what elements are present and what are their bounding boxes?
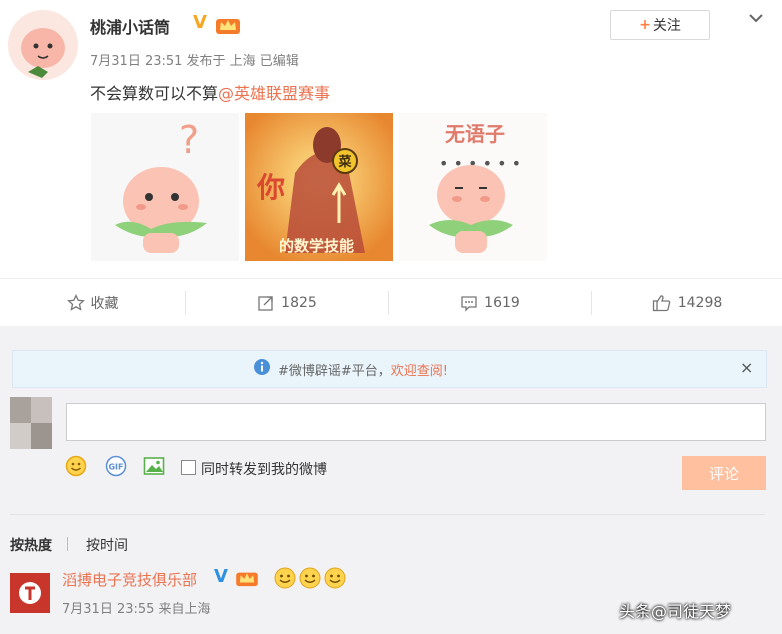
like-count: 14298 [677,295,723,311]
post-image-2[interactable]: 菜 你 的数学技能 [245,113,393,261]
image-caption-3: 无语子 [445,122,505,146]
section-divider [10,514,765,515]
mention-link[interactable]: @英雄联盟赛事 [218,84,330,103]
thumbs-up-icon [652,295,670,312]
comment-count: 1619 [484,295,520,311]
svg-text:?: ? [179,118,199,162]
post-meta: 7月31日 23:51 发布于 上海 已编辑 [90,54,299,69]
comment-icon [461,296,477,312]
post-text: 不会算数可以不算@英雄联盟赛事 [90,80,330,104]
svg-text:GIF: GIF [108,463,123,472]
repost-button[interactable]: 1825 [186,279,388,327]
notice-prefix: #微博辟谣#平台， [278,364,391,379]
comment-input[interactable] [66,403,766,441]
info-icon [254,359,270,375]
post-image-1[interactable]: ? [91,113,239,261]
member-crown-icon [236,572,258,587]
sort-divider [67,537,68,551]
post-text-body: 不会算数可以不算 [90,84,219,103]
smile-emoji-icon [274,567,296,589]
post-action-bar: 收藏 1825 1619 14298 [0,278,782,328]
badge-text: 菜 [337,154,351,170]
poster-avatar[interactable] [8,10,78,80]
notice-text: #微博辟谣#平台，欢迎查阅! [278,360,448,379]
smile-emoji-icon [299,567,321,589]
verified-badge-blue: V [214,566,228,587]
image-caption: 的数学技能 [279,237,354,255]
commenter-avatar[interactable] [10,573,50,613]
smile-emoji-icon [324,567,346,589]
commenter-username[interactable]: 滔搏电子竞技俱乐部 [62,569,197,590]
favorite-button[interactable]: 收藏 [0,279,185,327]
post-image-3[interactable]: 无语子 • • • • • • [399,113,547,261]
follow-button[interactable]: + 关注 [610,10,710,40]
notice-link[interactable]: 欢迎查阅! [391,364,448,379]
member-crown-icon [216,19,240,34]
like-button[interactable]: 14298 [592,279,782,327]
image-upload-icon[interactable] [143,455,165,477]
current-user-avatar [10,397,52,449]
follow-label: 关注 [652,18,681,34]
sort-by-time-tab[interactable]: 按时间 [86,535,128,555]
gif-icon[interactable]: GIF [105,455,127,477]
sync-repost-label: 同时转发到我的微博 [201,462,327,478]
favorite-label: 收藏 [90,296,119,312]
emoji-icon[interactable] [65,455,87,477]
repost-count: 1825 [281,295,317,311]
sync-repost-checkbox[interactable] [181,460,196,475]
submit-comment-button[interactable]: 评论 [682,456,766,490]
poster-username[interactable]: 桃浦小话筒 [90,14,170,38]
watermark: 头条@司徒天梦 [619,602,732,621]
image-caption-top: 你 [256,171,285,204]
sort-by-hot-tab[interactable]: 按热度 [10,535,52,555]
repost-icon [258,296,273,311]
close-icon[interactable]: × [740,358,753,377]
plus-icon: + [639,17,651,33]
comment-button[interactable]: 1619 [389,279,591,327]
star-icon [66,294,85,311]
comment-meta: 7月31日 23:55 来自上海 [62,602,211,617]
chevron-down-icon[interactable] [748,10,764,26]
verified-badge: V [193,12,207,33]
